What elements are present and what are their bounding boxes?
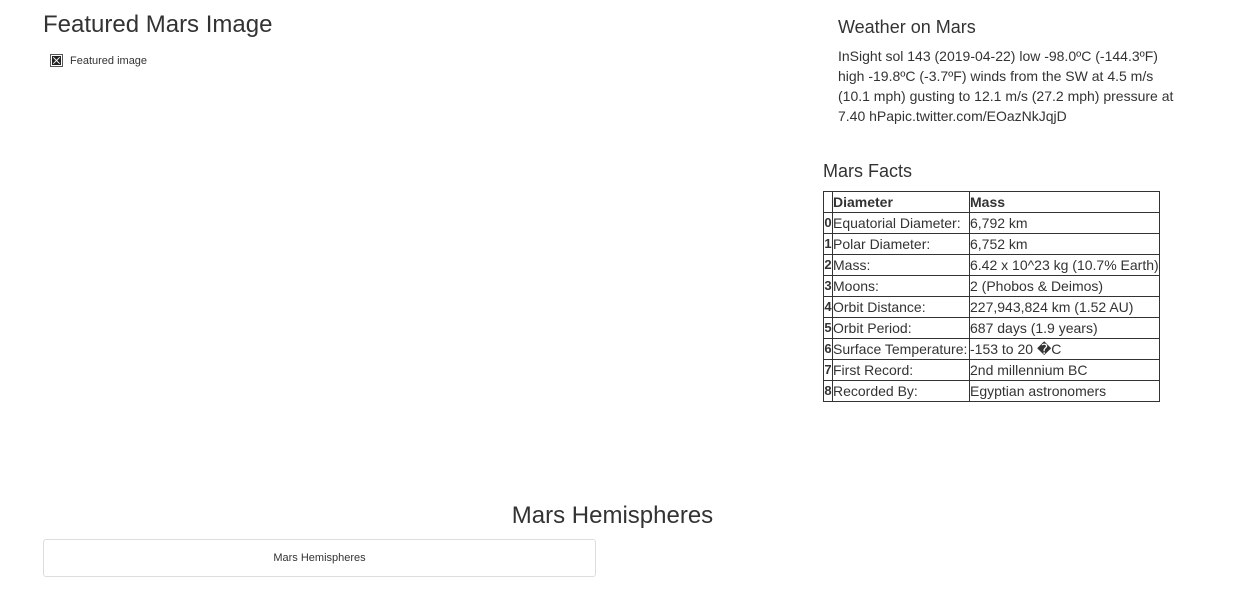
row-index: 4 (823, 296, 833, 318)
featured-image-alt-text: Featured image (70, 54, 148, 67)
fact-value: 2 (Phobos & Deimos) (969, 275, 1160, 297)
fact-value: Egyptian astronomers (969, 380, 1160, 402)
fact-value: 6.42 x 10^23 kg (10.7% Earth) (969, 254, 1160, 276)
index-header (823, 191, 833, 213)
fact-value: -153 to 20 �C (969, 338, 1160, 360)
fact-value: 6,752 km (969, 233, 1160, 255)
table-row: 7 First Record: 2nd millennium BC (823, 359, 1160, 381)
table-header-row: Diameter Mass (823, 191, 1160, 213)
table-row: 4 Orbit Distance: 227,943,824 km (1.52 A… (823, 296, 1160, 318)
fact-label: Moons: (832, 275, 970, 297)
fact-value: 687 days (1.9 years) (969, 317, 1160, 339)
fact-label: Recorded By: (832, 380, 970, 402)
hemisphere-card[interactable]: Mars Hemispheres (43, 539, 596, 577)
row-index: 7 (823, 359, 833, 381)
table-row: 8 Recorded By: Egyptian astronomers (823, 380, 1160, 402)
table-row: 1 Polar Diameter: 6,752 km (823, 233, 1160, 255)
table-row: 3 Moons: 2 (Phobos & Deimos) (823, 275, 1160, 297)
table-row: 5 Orbit Period: 687 days (1.9 years) (823, 317, 1160, 339)
row-index: 1 (823, 233, 833, 255)
row-index: 3 (823, 275, 833, 297)
fact-label: First Record: (832, 359, 970, 381)
row-index: 5 (823, 317, 833, 339)
fact-label: Equatorial Diameter: (832, 212, 970, 234)
fact-value: 2nd millennium BC (969, 359, 1160, 381)
broken-image-icon (50, 54, 63, 67)
hemispheres-heading: Mars Hemispheres (511, 502, 714, 529)
row-index: 8 (823, 380, 833, 402)
hemisphere-card-label: Mars Hemispheres (273, 552, 366, 564)
weather-tweet-text: InSight sol 143 (2019-04-22) low -98.0ºC… (838, 48, 1174, 124)
diameter-header: Diameter (832, 191, 970, 213)
featured-image: Featured image (50, 54, 147, 67)
row-index: 0 (823, 212, 833, 234)
mass-header: Mass (969, 191, 1160, 213)
mars-facts-table: Diameter Mass 0 Equatorial Diameter: 6,7… (823, 191, 1160, 402)
fact-label: Mass: (832, 254, 970, 276)
weather-heading: Weather on Mars (838, 17, 976, 37)
fact-value: 227,943,824 km (1.52 AU) (969, 296, 1160, 318)
table-row: 6 Surface Temperature: -153 to 20 �C (823, 338, 1160, 360)
table-row: 0 Equatorial Diameter: 6,792 km (823, 212, 1160, 234)
fact-label: Surface Temperature: (832, 338, 970, 360)
row-index: 6 (823, 338, 833, 360)
fact-value: 6,792 km (969, 212, 1160, 234)
featured-image-heading: Featured Mars Image (43, 11, 273, 38)
fact-label: Orbit Distance: (832, 296, 970, 318)
fact-label: Polar Diameter: (832, 233, 970, 255)
mars-facts-heading: Mars Facts (823, 161, 913, 181)
table-row: 2 Mass: 6.42 x 10^23 kg (10.7% Earth) (823, 254, 1160, 276)
fact-label: Orbit Period: (832, 317, 970, 339)
row-index: 2 (823, 254, 833, 276)
